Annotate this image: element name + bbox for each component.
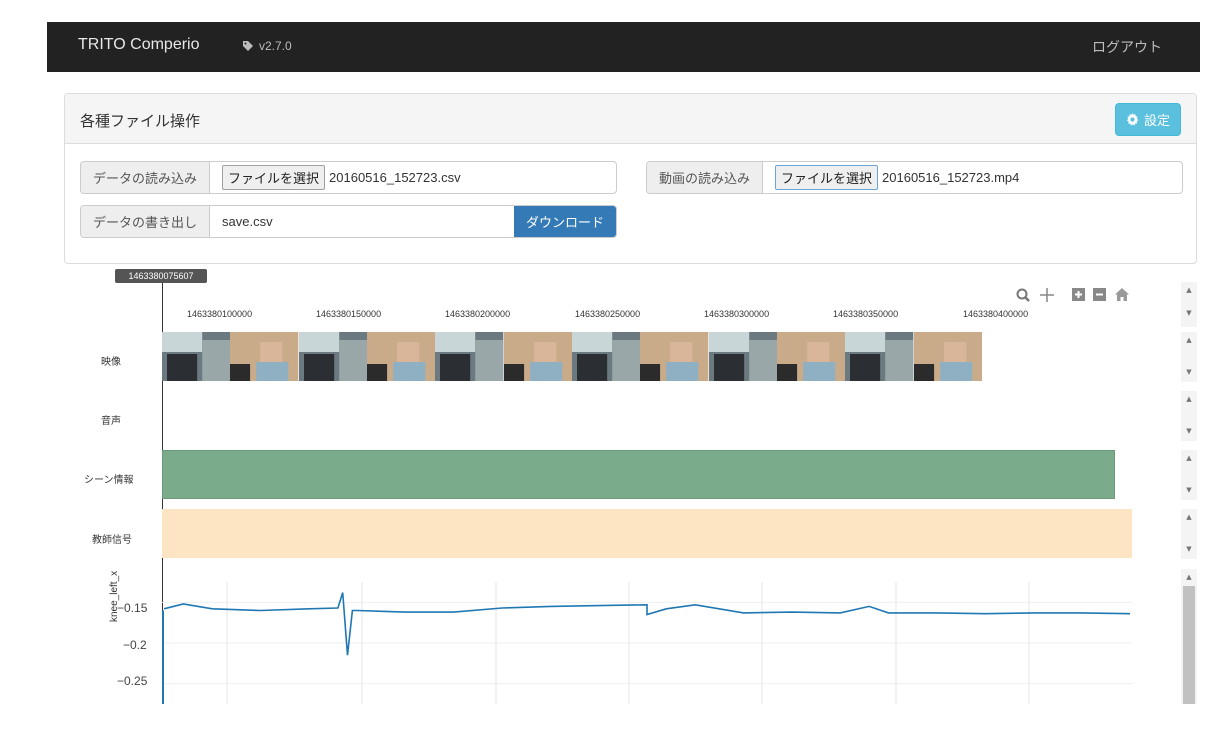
video-frame — [435, 332, 504, 381]
data-import-group: データの読み込み ファイルを選択 20160516_152723.csv — [80, 161, 617, 194]
version-text: v2.7.0 — [259, 39, 292, 53]
app-window: TRITO Comperio v2.7.0 ログアウト 各種ファイル操作 設定 … — [47, 22, 1200, 704]
track-scrollbar[interactable]: ▲ ▼ — [1181, 509, 1197, 559]
track-label-scene: シーン情報 — [84, 475, 134, 486]
export-filename-input[interactable] — [210, 206, 514, 237]
timestamp-label: 1463380350000 — [833, 309, 899, 319]
scene-info-bar[interactable] — [162, 450, 1115, 499]
ytick-label: −0.2 — [123, 638, 147, 652]
video-frame — [708, 332, 777, 381]
video-frame — [366, 332, 436, 381]
video-frame — [776, 332, 846, 381]
video-frame — [845, 332, 914, 381]
data-export-group: データの書き出し ダウンロード — [80, 205, 617, 238]
video-import-group: 動画の読み込み ファイルを選択 20160516_152723.mp4 — [646, 161, 1183, 194]
data-file-input[interactable]: ファイルを選択 20160516_152723.csv — [210, 162, 461, 193]
tag-icon — [243, 41, 253, 51]
video-file-choose-button[interactable]: ファイルを選択 — [775, 165, 879, 190]
panel-heading: 各種ファイル操作 設定 — [65, 94, 1196, 144]
timestamp-label: 1463380200000 — [445, 309, 511, 319]
timestamp-label: 1463380400000 — [963, 309, 1029, 319]
video-import-label: 動画の読み込み — [647, 162, 764, 193]
panel-title: 各種ファイル操作 — [80, 112, 201, 130]
data-export-label: データの書き出し — [81, 206, 211, 237]
data-file-name: 20160516_152723.csv — [329, 170, 461, 185]
gear-icon — [1126, 113, 1139, 126]
scroll-down-icon[interactable]: ▼ — [1181, 368, 1197, 376]
video-frame — [162, 332, 231, 381]
brand-name[interactable]: TRITO Comperio — [78, 36, 200, 54]
scroll-down-icon[interactable]: ▼ — [1181, 545, 1197, 553]
zoom-out-icon[interactable] — [1093, 288, 1106, 301]
navbar: TRITO Comperio v2.7.0 ログアウト — [47, 22, 1200, 72]
video-thumbnail-strip[interactable] — [162, 332, 982, 381]
logout-link[interactable]: ログアウト — [1092, 37, 1162, 57]
home-icon[interactable] — [1115, 288, 1129, 301]
scrubber-time-badge[interactable]: 1463380075607 — [115, 269, 207, 283]
track-scrollbar[interactable]: ▲ ▼ — [1181, 450, 1197, 500]
pan-icon[interactable] — [1040, 288, 1054, 302]
track-label-teacher-signal: 教師信号 — [92, 535, 132, 546]
timestamp-label: 1463380300000 — [704, 309, 770, 319]
download-button[interactable]: ダウンロード — [513, 206, 616, 237]
timestamp-label: 1463380150000 — [316, 309, 382, 319]
video-file-name: 20160516_152723.mp4 — [882, 170, 1020, 185]
scroll-up-icon[interactable]: ▲ — [1181, 395, 1197, 403]
ytick-label: −0.15 — [117, 601, 148, 615]
scroll-down-icon[interactable]: ▼ — [1181, 427, 1197, 435]
video-frame — [571, 332, 641, 381]
scroll-down-icon[interactable]: ▼ — [1181, 486, 1197, 494]
file-operations-panel: 各種ファイル操作 設定 データの読み込み ファイルを選択 20160516_15… — [64, 93, 1197, 264]
settings-button[interactable]: 設定 — [1114, 103, 1181, 136]
ytick-label: −0.25 — [117, 674, 148, 688]
zoom-icon[interactable] — [1016, 288, 1030, 302]
scroll-up-icon[interactable]: ▲ — [1181, 513, 1197, 521]
chart-scrollbar[interactable]: ▲ — [1181, 569, 1197, 704]
teacher-signal-bar[interactable] — [162, 509, 1132, 558]
video-file-input[interactable]: ファイルを選択 20160516_152723.mp4 — [763, 162, 1019, 193]
data-file-choose-button[interactable]: ファイルを選択 — [222, 165, 326, 190]
timestamp-label: 1463380100000 — [187, 309, 253, 319]
track-scrollbar[interactable]: ▲ ▼ — [1181, 391, 1197, 441]
timestamp-label: 1463380250000 — [575, 309, 641, 319]
track-label-audio: 音声 — [101, 416, 121, 427]
video-frame — [298, 332, 367, 381]
scroll-up-icon[interactable]: ▲ — [1181, 573, 1197, 581]
scroll-up-icon[interactable]: ▲ — [1181, 454, 1197, 462]
track-scrollbar[interactable]: ▲ ▼ — [1181, 332, 1197, 382]
video-frame — [503, 332, 572, 381]
video-frame — [913, 332, 982, 381]
scroll-up-icon[interactable]: ▲ — [1181, 336, 1197, 344]
zoom-in-icon[interactable] — [1072, 288, 1085, 301]
scrollbar-thumb[interactable] — [1183, 586, 1195, 704]
sensor-line-chart[interactable] — [162, 582, 1132, 704]
video-frame — [640, 332, 709, 381]
version-label: v2.7.0 — [242, 39, 292, 53]
scroll-up-icon[interactable]: ▲ — [1181, 286, 1197, 294]
track-scrollbar[interactable]: ▲ ▼ — [1181, 282, 1197, 327]
video-frame — [230, 332, 299, 381]
data-import-label: データの読み込み — [81, 162, 211, 193]
scroll-down-icon[interactable]: ▼ — [1181, 309, 1197, 317]
settings-label: 設定 — [1143, 114, 1170, 129]
